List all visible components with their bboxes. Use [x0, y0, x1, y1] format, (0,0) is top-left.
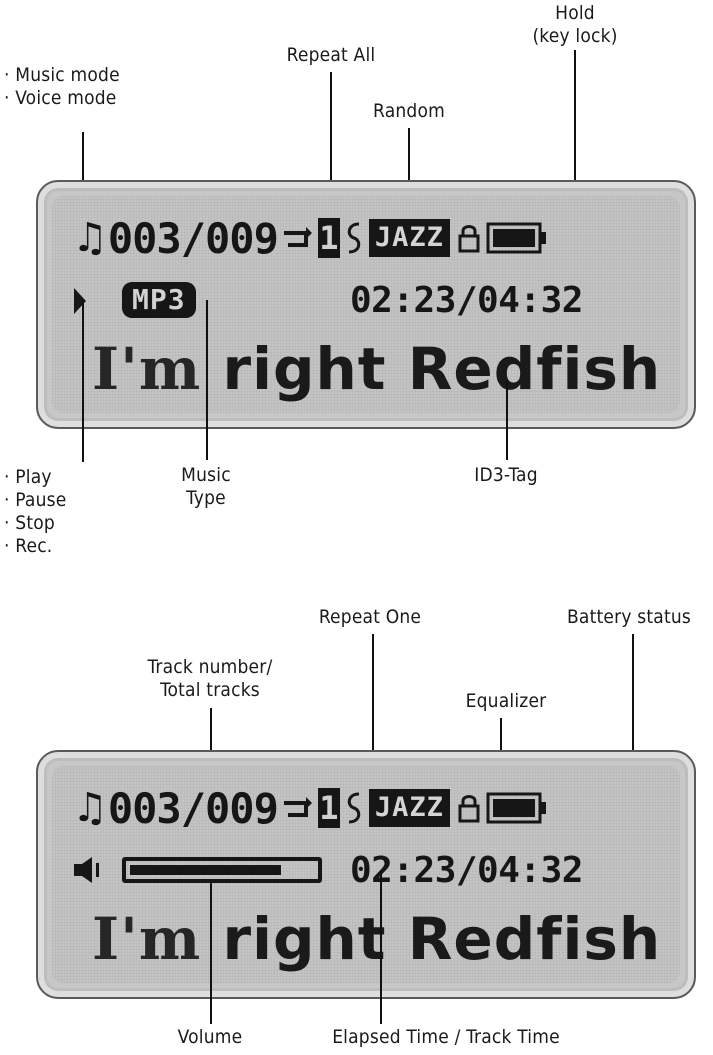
battery-icon [486, 222, 546, 254]
label-id3-tag: ID3-Tag [474, 464, 538, 486]
leader-volume [210, 880, 212, 1024]
label-pause: Pause [4, 489, 66, 512]
title-word-2: right [222, 335, 387, 403]
title-word-3: Redfish [407, 335, 662, 403]
label-random: Random [373, 100, 445, 122]
volume-fill [130, 865, 281, 875]
label-hold: Hold (key lock) [500, 2, 650, 48]
label-stop: Stop [4, 512, 66, 535]
repeat-icon [283, 797, 312, 817]
label-track-number: Track number/ Total tracks [120, 656, 300, 702]
label-play: Play [4, 466, 66, 489]
label-music-type-line2: Type [186, 487, 226, 509]
label-music-voice-mode: Music mode Voice mode [4, 64, 120, 110]
battery-icon [486, 792, 546, 824]
status-row: ♫ 003/009 1 JAZZ [72, 780, 548, 836]
time-readout: 02:23/04:32 [350, 850, 583, 891]
label-track-number-line2: Total tracks [160, 679, 260, 701]
lcd-screen: ♫ 003/009 1 JAZZ [52, 766, 680, 983]
title-word-2: right [222, 905, 387, 973]
label-music-type-line1: Music [181, 464, 231, 486]
random-icon [347, 792, 361, 824]
label-elapsed-time: Elapsed Time / Track Time [332, 1026, 560, 1048]
lock-icon [458, 225, 480, 253]
leader-id3-tag [506, 380, 508, 460]
lock-icon [458, 795, 480, 823]
play-icon [74, 288, 86, 314]
lcd-panel-playback: ♫ 003/009 1 JAZZ MP3 02:23/04:32 I'm rig… [36, 180, 696, 429]
label-rec: Rec. [4, 535, 66, 558]
leader-music-type [206, 300, 208, 460]
leader-play [82, 300, 84, 462]
id3-title: I'm right Redfish [92, 904, 661, 974]
equalizer-indicator: JAZZ [368, 789, 450, 827]
label-repeat-all: Repeat All [286, 44, 376, 66]
speaker-icon [74, 857, 99, 883]
status-row: ♫ 003/009 1 JAZZ [72, 210, 548, 266]
lcd-screen: ♫ 003/009 1 JAZZ [52, 196, 680, 413]
id3-title: I'm right Redfish [92, 334, 661, 404]
label-equalizer: Equalizer [465, 690, 547, 712]
leader-elapsed-time [380, 872, 382, 1024]
label-voice-mode: Voice mode [4, 87, 120, 110]
label-track-number-line1: Track number/ [147, 656, 273, 678]
lcd-panel-volume: ♫ 003/009 1 JAZZ 02:23/04:32 I'm right R… [36, 750, 696, 999]
music-type-badge: MP3 [122, 282, 196, 318]
volume-bar [122, 857, 322, 883]
label-volume: Volume [177, 1026, 243, 1048]
title-word-3: Redfish [407, 905, 662, 973]
label-music-mode: Music mode [4, 64, 120, 87]
label-music-type: Music Type [156, 464, 256, 510]
equalizer-indicator: JAZZ [368, 219, 450, 257]
random-icon [347, 222, 361, 254]
repeat-one-indicator: 1 [317, 788, 340, 828]
label-hold-line1: Hold [555, 2, 595, 24]
time-readout: 02:23/04:32 [350, 280, 583, 321]
music-note-icon: ♫ [72, 785, 108, 831]
info-row: MP3 02:23/04:32 [72, 276, 672, 326]
repeat-icon [283, 227, 312, 247]
music-note-icon: ♫ [72, 215, 108, 261]
repeat-one-indicator: 1 [317, 218, 340, 258]
label-battery-status: Battery status [567, 606, 691, 628]
label-hold-line2: (key lock) [532, 25, 618, 47]
info-row: 02:23/04:32 [72, 846, 672, 896]
track-counter: 003/009 [107, 783, 279, 833]
track-counter: 003/009 [107, 213, 279, 263]
label-repeat-one: Repeat One [318, 606, 422, 628]
title-word-1: I'm [92, 905, 202, 973]
label-play-states: Play Pause Stop Rec. [4, 466, 66, 558]
title-word-1: I'm [92, 335, 202, 403]
